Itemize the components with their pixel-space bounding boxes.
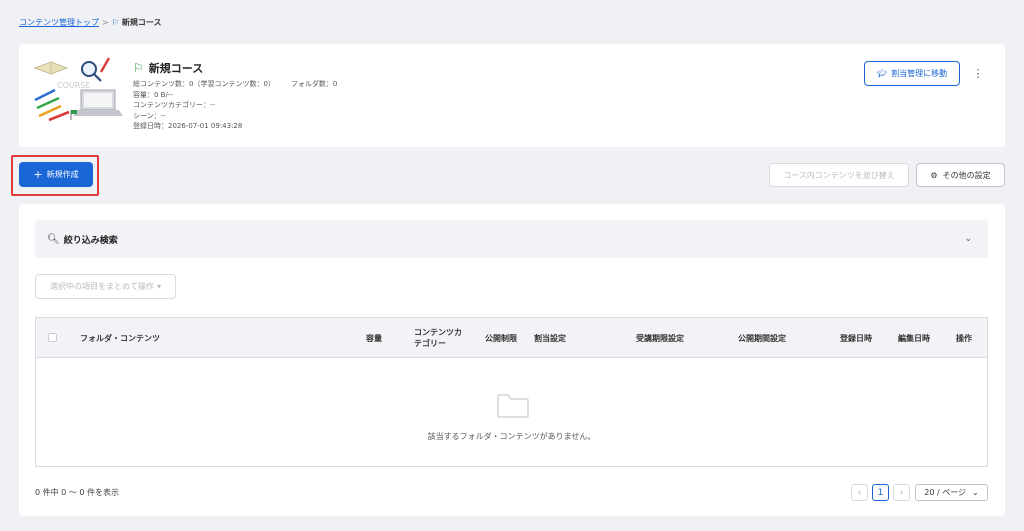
breadcrumb-current: 新規コース: [121, 18, 162, 27]
course-title-row: ⚐ 新規コース: [133, 60, 337, 76]
new-create-button[interactable]: + 新規作成: [19, 162, 93, 187]
filter-title: 絞り込み検索: [63, 235, 118, 246]
more-options-icon[interactable]: ⋮: [972, 66, 984, 82]
search-icon: 🔍︎: [47, 233, 60, 245]
course-header-card: COURSE ⚐ 新規コース 総コンテンツ数：0（学習コンテンツ数：0） フォルダ…: [19, 44, 1005, 147]
folder-count: フォルダ数：0: [290, 80, 338, 88]
bulk-action-label: 選択中の項目をまとめて操作: [49, 282, 154, 291]
column-header-attendance-deadline: 受講期限設定: [636, 333, 684, 343]
column-header-publish-period: 公開期間設定: [738, 333, 786, 343]
thumbnail-caption: COURSE: [57, 81, 90, 90]
course-registered: 登録日時：2026-07-01 09:43:28: [133, 122, 243, 130]
chevron-down-icon: ⌄: [972, 488, 979, 497]
other-settings-label: その他の設定: [942, 170, 991, 180]
course-scene: シーン：--: [133, 111, 166, 120]
reorder-contents-button[interactable]: コース内コンテンツを並び替え: [769, 163, 909, 187]
chevron-down-icon[interactable]: ⌄: [964, 234, 972, 244]
column-header-folder-content: フォルダ・コンテンツ: [80, 333, 160, 343]
chevron-left-icon[interactable]: ‹: [851, 484, 868, 501]
total-contents: 総コンテンツ数：0（学習コンテンツ数：0）: [133, 80, 275, 88]
column-header-category-line2: テゴリー: [414, 339, 446, 348]
select-all-checkbox[interactable]: [48, 333, 57, 342]
bulk-action-dropdown[interactable]: 選択中の項目をまとめて操作 ▾: [35, 274, 176, 299]
contents-card: 🔍︎ 絞り込み検索 ⌄ 選択中の項目をまとめて操作 ▾ フォルダ・コンテンツ 容…: [19, 204, 1005, 516]
column-header-category: コンテンツカ テゴリー: [414, 318, 462, 358]
graduation-cap-icon: 🎓︎: [876, 69, 888, 78]
flag-icon: ⚐: [111, 18, 119, 27]
breadcrumb-separator: >: [102, 18, 109, 27]
page-size-value: 20 / ページ: [924, 488, 967, 497]
chevron-right-icon[interactable]: ›: [893, 484, 910, 501]
column-header-assignment: 割当設定: [534, 333, 566, 343]
go-to-assignment-label: 割当管理に移動: [891, 69, 948, 78]
go-to-assignment-button[interactable]: 🎓︎ 割当管理に移動: [864, 61, 960, 86]
filter-search-panel[interactable]: 🔍︎ 絞り込み検索 ⌄: [35, 220, 988, 258]
course-counts: 総コンテンツ数：0（学習コンテンツ数：0） フォルダ数：0: [133, 79, 337, 90]
contents-table: フォルダ・コンテンツ 容量 コンテンツカ テゴリー 公開制限 割当設定 受講期限…: [35, 317, 988, 467]
other-settings-button[interactable]: ⚙ その他の設定: [916, 163, 1005, 187]
empty-folder-icon: [497, 394, 529, 418]
column-header-registered-at: 登録日時: [840, 333, 872, 343]
course-info: ⚐ 新規コース 総コンテンツ数：0（学習コンテンツ数：0） フォルダ数：0 容量：…: [133, 60, 337, 132]
column-header-actions: 操作: [956, 333, 972, 343]
caret-down-icon: ▾: [156, 282, 161, 291]
plus-icon: +: [33, 168, 43, 181]
new-create-label: 新規作成: [46, 170, 79, 179]
gear-icon: ⚙: [930, 170, 938, 180]
pagination-summary: 0 件中 0 ～ 0 件を表示: [35, 488, 119, 497]
page-number-button[interactable]: 1: [872, 484, 889, 501]
page-size-select[interactable]: 20 / ページ ⌄: [915, 484, 988, 501]
column-header-publish-restriction: 公開制限: [485, 333, 517, 343]
table-header: フォルダ・コンテンツ 容量 コンテンツカ テゴリー 公開制限 割当設定 受講期限…: [36, 318, 987, 358]
course-category: コンテンツカテゴリー：--: [133, 101, 216, 109]
flag-icon: ⚐: [133, 61, 144, 75]
breadcrumb-link-content-top[interactable]: コンテンツ管理トップ: [19, 17, 99, 28]
course-title: 新規コース: [148, 62, 204, 75]
course-thumbnail-image: COURSE: [31, 54, 127, 126]
course-capacity: 容量：0 B/--: [133, 90, 173, 99]
column-header-category-line1: コンテンツカ: [414, 328, 462, 337]
empty-message: 該当するフォルダ・コンテンツがありません。: [427, 432, 596, 441]
column-header-capacity: 容量: [366, 333, 382, 343]
column-header-edited-at: 編集日時: [898, 333, 930, 343]
breadcrumb: コンテンツ管理トップ > ⚐ 新規コース: [19, 17, 161, 28]
